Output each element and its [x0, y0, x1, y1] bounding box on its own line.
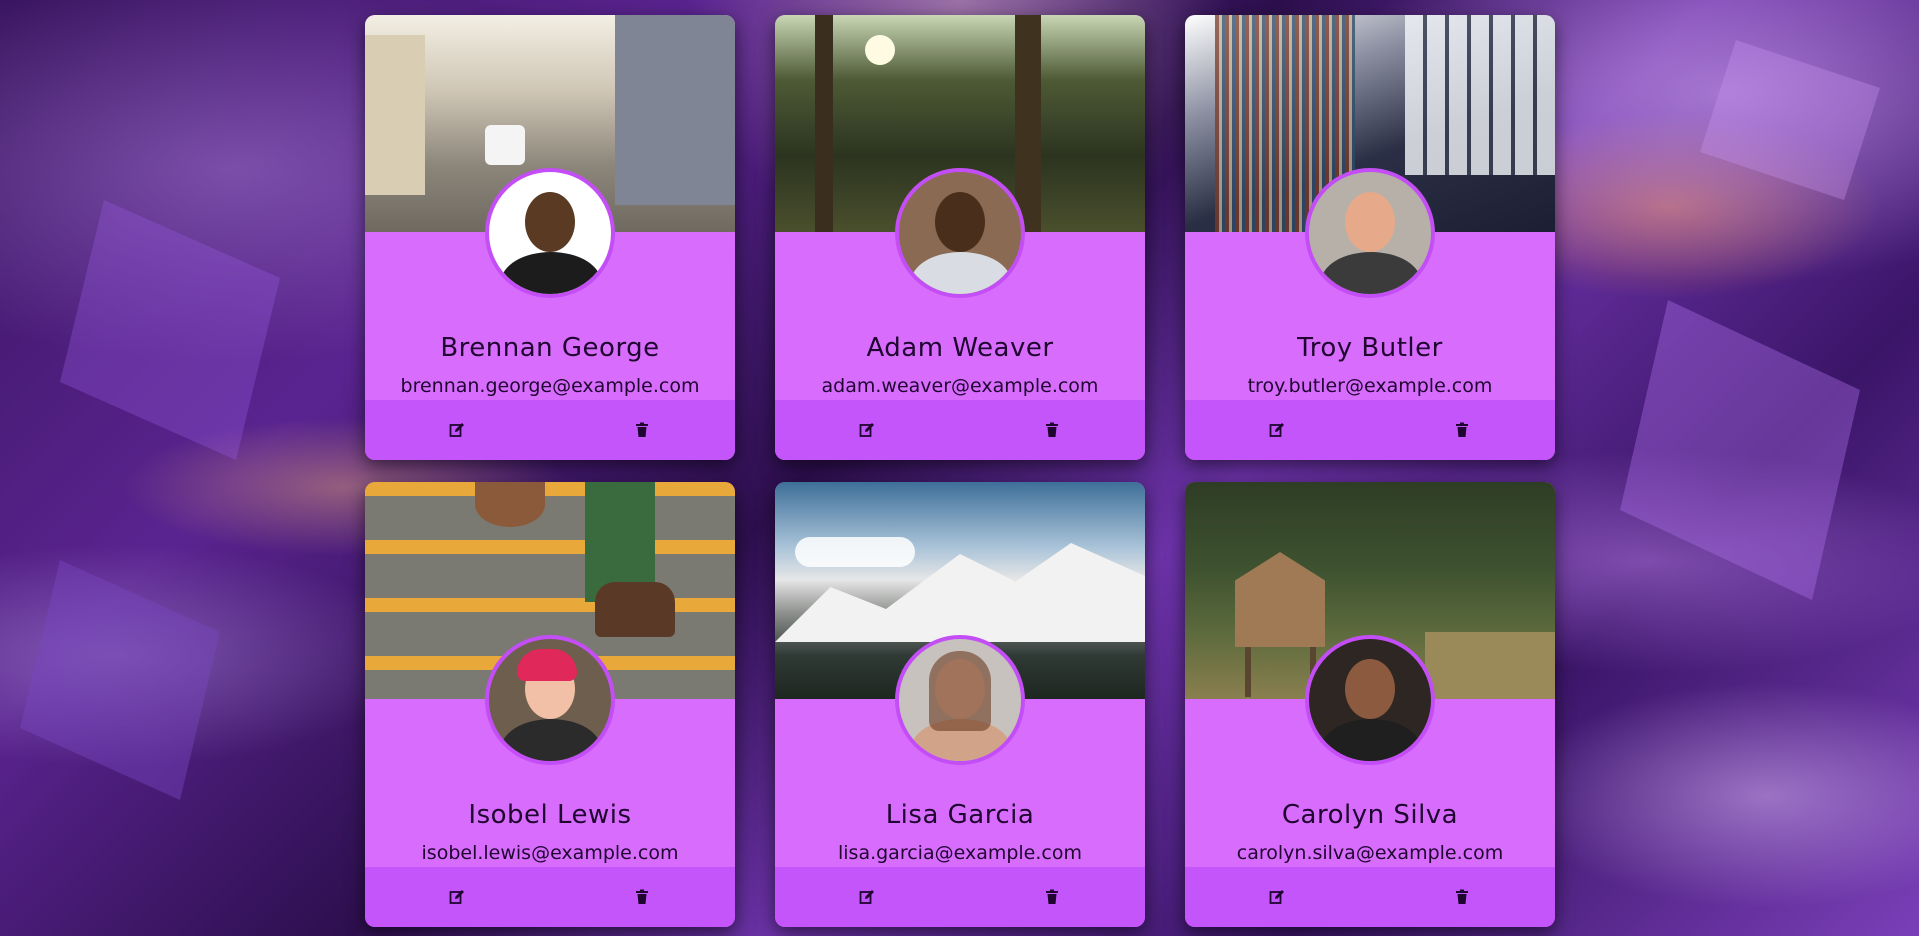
avatar [895, 168, 1025, 298]
avatar [485, 635, 615, 765]
card-actions [365, 867, 735, 927]
contact-card: Carolyn Silva carolyn.silva@example.com [1185, 482, 1555, 927]
contact-card: Troy Butler troy.butler@example.com [1185, 15, 1555, 460]
contact-card-grid: Brennan George brennan.george@example.co… [365, 15, 1555, 927]
contact-email: troy.butler@example.com [1247, 375, 1493, 397]
contact-email: carolyn.silva@example.com [1236, 842, 1504, 864]
card-actions [365, 400, 735, 460]
edit-icon [859, 890, 874, 904]
delete-button[interactable] [1042, 420, 1062, 440]
contact-email: lisa.garcia@example.com [837, 842, 1082, 864]
contact-name: Carolyn Silva [1281, 800, 1459, 830]
background-crystal [60, 200, 280, 460]
contact-name: Troy Butler [1297, 333, 1443, 363]
trash-icon [636, 422, 648, 437]
background-crystal [1700, 40, 1880, 200]
trash-icon [1456, 889, 1468, 904]
edit-icon [1269, 423, 1284, 437]
edit-button[interactable] [1267, 420, 1287, 440]
trash-icon [1046, 422, 1058, 437]
delete-button[interactable] [1042, 887, 1062, 907]
delete-button[interactable] [632, 420, 652, 440]
contact-email: adam.weaver@example.com [821, 375, 1099, 397]
delete-button[interactable] [1452, 420, 1472, 440]
edit-button[interactable] [447, 420, 467, 440]
trash-icon [636, 889, 648, 904]
contact-name: Isobel Lewis [468, 800, 632, 830]
contact-card: Brennan George brennan.george@example.co… [365, 15, 735, 460]
trash-icon [1456, 422, 1468, 437]
contact-name: Adam Weaver [866, 333, 1054, 363]
avatar [1305, 635, 1435, 765]
contact-name: Lisa Garcia [885, 800, 1035, 830]
card-actions [1185, 867, 1555, 927]
contact-card: Lisa Garcia lisa.garcia@example.com [775, 482, 1145, 927]
card-actions [1185, 400, 1555, 460]
contact-name: Brennan George [440, 333, 660, 363]
contact-email: isobel.lewis@example.com [421, 842, 679, 864]
edit-icon [449, 423, 464, 437]
avatar [895, 635, 1025, 765]
trash-icon [1046, 889, 1058, 904]
edit-icon [449, 890, 464, 904]
background-crystal [20, 560, 220, 800]
edit-button[interactable] [857, 887, 877, 907]
delete-button[interactable] [632, 887, 652, 907]
edit-button[interactable] [1267, 887, 1287, 907]
edit-button[interactable] [857, 420, 877, 440]
edit-icon [859, 423, 874, 437]
card-actions [775, 400, 1145, 460]
edit-button[interactable] [447, 887, 467, 907]
contact-card: Isobel Lewis isobel.lewis@example.com [365, 482, 735, 927]
card-actions [775, 867, 1145, 927]
avatar [485, 168, 615, 298]
avatar [1305, 168, 1435, 298]
edit-icon [1269, 890, 1284, 904]
delete-button[interactable] [1452, 887, 1472, 907]
contact-email: brennan.george@example.com [400, 375, 700, 397]
contact-card: Adam Weaver adam.weaver@example.com [775, 15, 1145, 460]
background-crystal [1620, 300, 1860, 600]
